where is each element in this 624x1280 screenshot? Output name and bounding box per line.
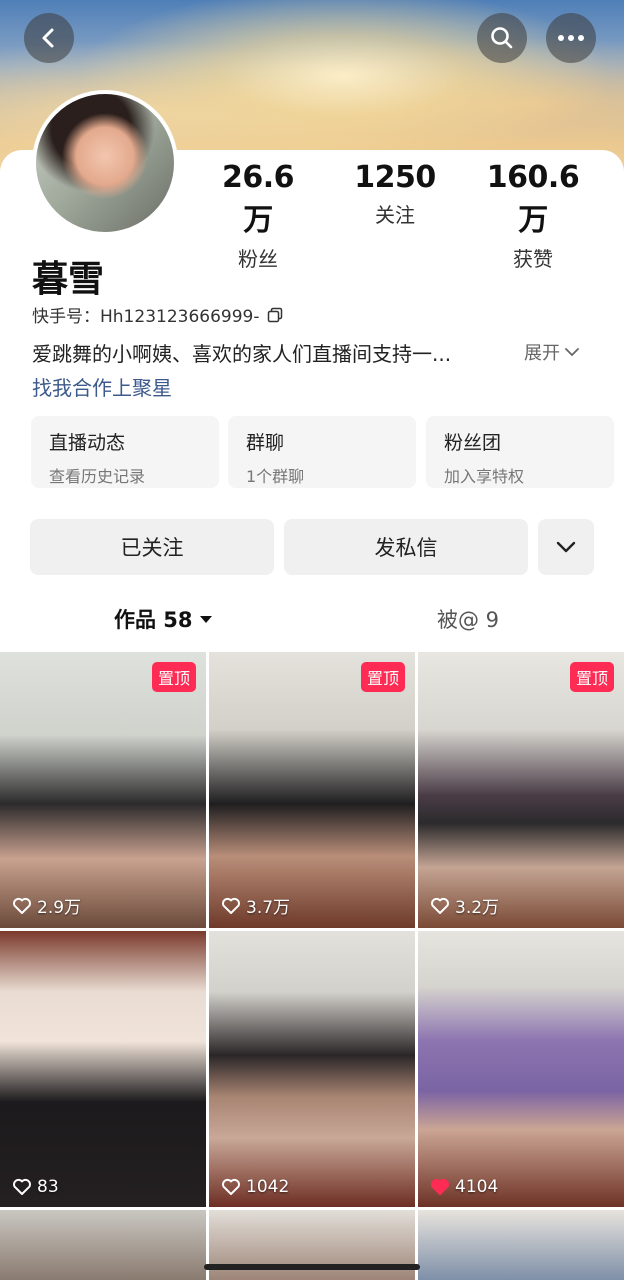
more-button[interactable]: [546, 13, 596, 63]
collab-link[interactable]: 找我合作上聚星: [32, 372, 172, 401]
avatar[interactable]: [32, 90, 178, 236]
stat-label: 粉丝: [238, 247, 278, 271]
stat-value: 160.6万: [486, 160, 580, 238]
like-count-row: 2.9万: [12, 893, 81, 918]
like-count-row: 4104: [430, 1177, 498, 1197]
stat-label: 获赞: [513, 247, 553, 271]
heart-icon: [13, 1178, 31, 1195]
user-id: 快手号：Hh123123666999-: [32, 307, 260, 327]
stat-value: 26.6万: [221, 160, 295, 238]
search-button[interactable]: [477, 13, 527, 63]
card-subtitle: 1个群聊: [246, 467, 305, 486]
like-count: 1042: [246, 1177, 290, 1197]
card-title: 群聊: [246, 432, 285, 454]
like-count: 83: [37, 1177, 59, 1197]
chevron-down-icon: [556, 541, 576, 553]
like-count: 3.7万: [246, 898, 291, 918]
pinned-badge: 置顶: [569, 662, 614, 692]
card-subtitle: 查看历史记录: [49, 467, 146, 486]
card-title: 粉丝团: [444, 432, 502, 454]
video-thumbnail[interactable]: [418, 1210, 624, 1280]
stat-following[interactable]: 1250 关注: [352, 160, 438, 228]
like-count: 2.9万: [37, 898, 82, 918]
tab-works[interactable]: 作品 58: [114, 604, 213, 634]
card-title: 直播动态: [49, 432, 126, 454]
stat-label: 关注: [375, 203, 415, 227]
more-actions-button[interactable]: [538, 519, 594, 575]
like-count: 3.2万: [455, 898, 500, 918]
like-count: 4104: [455, 1177, 499, 1197]
video-thumbnail[interactable]: 1042: [209, 931, 415, 1207]
video-thumbnail[interactable]: 置顶 2.9万: [0, 652, 206, 928]
user-id-row[interactable]: 快手号：Hh123123666999-: [32, 302, 283, 327]
video-thumbnail[interactable]: [0, 1210, 206, 1280]
stat-followers[interactable]: 26.6万 粉丝: [213, 160, 303, 272]
search-icon: [491, 27, 513, 49]
copy-icon[interactable]: [267, 307, 283, 323]
stat-likes[interactable]: 160.6万 获赞: [478, 160, 588, 272]
like-count-row: 3.2万: [430, 893, 499, 918]
group-chat-card[interactable]: 群聊 1个群聊: [228, 416, 416, 488]
tab-mentions[interactable]: 被@ 9: [437, 604, 499, 634]
video-thumbnail[interactable]: 置顶 3.2万: [418, 652, 624, 928]
like-count-row: 1042: [221, 1177, 289, 1197]
heart-icon: [431, 1178, 449, 1195]
pinned-badge: 置顶: [151, 662, 196, 692]
back-button[interactable]: [24, 13, 74, 63]
like-count-row: 83: [12, 1177, 59, 1197]
video-thumbnail[interactable]: 83: [0, 931, 206, 1207]
stat-value: 1250: [354, 160, 436, 195]
video-thumbnail[interactable]: 置顶 3.7万: [209, 652, 415, 928]
pinned-badge: 置顶: [360, 662, 405, 692]
heart-icon: [431, 897, 449, 914]
more-icon: [558, 35, 584, 41]
fan-club-card[interactable]: 粉丝团 加入享特权: [426, 416, 614, 488]
message-button[interactable]: 发私信: [284, 519, 528, 575]
heart-icon: [13, 897, 31, 914]
heart-icon: [222, 897, 240, 914]
like-count-row: 3.7万: [221, 893, 290, 918]
home-indicator: [204, 1264, 420, 1270]
followed-button[interactable]: 已关注: [30, 519, 274, 575]
card-subtitle: 加入享特权: [444, 467, 525, 486]
tab-label: 被@ 9: [437, 608, 500, 632]
profile-bio: 爱跳舞的小啊姨、喜欢的家人们直播间支持一...: [32, 342, 452, 366]
profile-name: 暮雪: [32, 259, 105, 300]
heart-icon: [222, 1178, 240, 1195]
expand-label: 展开: [524, 343, 560, 364]
caret-down-icon: [199, 616, 212, 623]
live-history-card[interactable]: 直播动态 查看历史记录: [31, 416, 219, 488]
tab-label: 作品 58: [114, 608, 193, 632]
expand-bio-button[interactable]: 展开: [524, 339, 580, 365]
chevron-down-icon: [565, 348, 579, 357]
video-thumbnail[interactable]: 4104: [418, 931, 624, 1207]
back-icon: [42, 28, 54, 48]
